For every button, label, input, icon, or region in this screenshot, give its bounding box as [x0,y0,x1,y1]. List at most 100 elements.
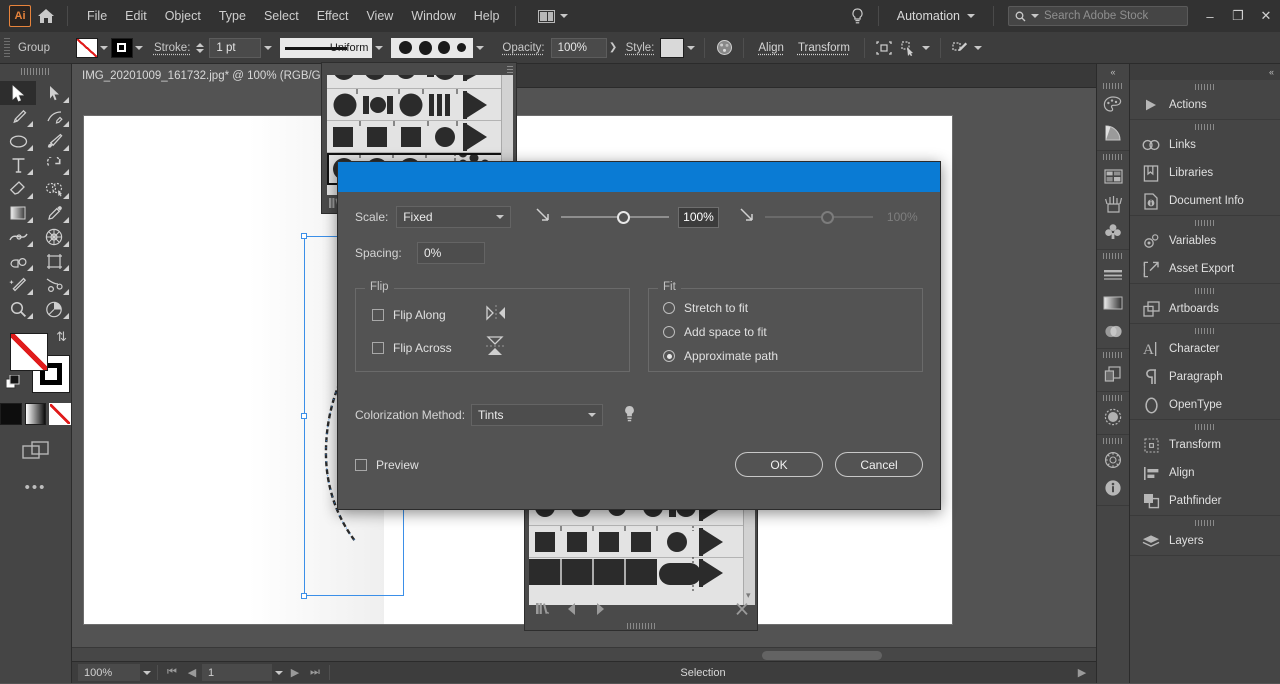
swap-fill-stroke-icon[interactable]: ⇅ [56,329,67,345]
eyedropper-tool[interactable] [36,201,72,225]
fill-color-swatch[interactable] [75,37,98,58]
more-tools-button[interactable]: ••• [0,479,71,496]
isolate-selected-object-icon[interactable] [872,37,896,59]
menu-edit[interactable]: Edit [116,4,156,28]
brush-row-squares[interactable] [327,120,513,153]
graphic-style-dropdown[interactable] [684,38,697,58]
dock-item-transform[interactable]: Transform [1130,431,1280,459]
home-icon[interactable] [31,0,61,32]
dock-item-pathfinder[interactable]: Pathfinder [1130,487,1280,515]
curvature-tool[interactable] [36,105,72,129]
dock-item-actions[interactable]: Actions [1130,91,1280,119]
fit-option-add-space[interactable]: Add space to fit [663,325,922,339]
recolor-artwork-icon[interactable] [712,37,736,59]
symbol-sprayer-tool[interactable] [0,249,36,273]
menu-effect[interactable]: Effect [308,4,358,28]
tools-panel-grip[interactable] [20,68,51,75]
dock-item-artboards[interactable]: Artboards [1130,295,1280,323]
next-page-icon[interactable]: ▶ [285,662,305,684]
pattern-panel-grip[interactable] [627,623,655,629]
paintbrush-tool[interactable] [36,129,72,153]
width-tool[interactable] [0,225,36,249]
color-panel-icon[interactable] [1097,91,1129,119]
brushes-panel-icon[interactable] [1097,190,1129,218]
select-similar-dropdown[interactable] [920,38,933,58]
automation-dropdown[interactable]: Automation [885,9,987,23]
graph-tool[interactable] [36,297,72,321]
ok-button[interactable]: OK [735,452,823,477]
brush-libraries-icon[interactable] [535,602,550,618]
navigator-panel-icon[interactable] [1097,446,1129,474]
stroke-weight-stepper[interactable] [196,42,206,53]
preview-checkbox[interactable] [355,458,367,471]
first-page-icon[interactable]: ⏮ [162,662,182,684]
pattern-row-bars[interactable] [529,557,755,591]
perspective-grid-tool[interactable] [36,225,72,249]
pattern-brush-preview-panel[interactable]: ▾ [524,497,758,631]
scale-select[interactable]: Fixed [396,206,512,228]
brush-definition-swatch[interactable] [391,37,474,58]
stroke-weight-input[interactable]: 1 pt [209,37,262,58]
colorization-tip-bulb-icon[interactable] [623,405,636,426]
approximate-path-radio[interactable] [663,350,676,362]
menu-select[interactable]: Select [255,4,308,28]
menu-type[interactable]: Type [210,4,255,28]
collapse-dock-icons[interactable]: « [1097,64,1129,80]
pen-tool[interactable] [0,105,36,129]
appearance-panel-icon[interactable] [1097,360,1129,388]
graphic-styles-panel-icon[interactable] [1097,403,1129,431]
slice-tool[interactable] [36,273,72,297]
scale-slider-primary[interactable] [561,209,669,225]
spacing-input[interactable]: 0% [417,242,485,264]
previous-page-icon[interactable]: ◀ [182,662,202,684]
dock-item-layers[interactable]: Layers [1130,527,1280,555]
stroke-swatch-dropdown[interactable] [133,38,146,58]
flip-along-row[interactable]: Flip Along [372,305,629,324]
dock-item-libraries[interactable]: Libraries [1130,159,1280,187]
horizontal-scrollbar[interactable] [72,647,1112,661]
change-screen-mode-icon[interactable] [0,439,71,463]
selection-tool[interactable] [0,81,36,105]
dock-item-document-info[interactable]: Document Info [1130,187,1280,215]
swatches-panel-icon[interactable] [1097,162,1129,190]
zoom-level-input[interactable]: 100% [78,664,140,681]
colorization-select[interactable]: Tints [471,404,603,426]
transparency-panel-icon[interactable] [1097,317,1129,345]
stroke-panel-icon[interactable] [1097,261,1129,289]
opacity-input[interactable]: 100% [550,37,607,58]
default-fill-stroke-icon[interactable] [5,374,21,390]
last-page-icon[interactable]: ⏭ [305,662,325,684]
fit-option-approximate[interactable]: Approximate path [663,349,922,363]
fill-color-indicator[interactable] [10,333,48,371]
scale-value-input[interactable]: 100% [677,206,720,228]
eraser-tool[interactable] [0,177,36,201]
minimize-button[interactable]: – [1196,0,1224,32]
menu-object[interactable]: Object [156,4,210,28]
symbols-panel-icon[interactable] [1097,218,1129,246]
dock-item-character[interactable]: A Character [1130,335,1280,363]
control-bar-grip[interactable] [4,37,10,58]
artboard-tool[interactable] [36,249,72,273]
stroke-profile-dropdown[interactable] [372,38,385,58]
menu-window[interactable]: Window [402,4,464,28]
color-mode-button[interactable] [0,403,22,425]
opacity-options-button[interactable]: ❯ [607,38,620,58]
page-number-input[interactable]: 1 [202,664,272,681]
dock-item-align[interactable]: Align [1130,459,1280,487]
flip-along-checkbox[interactable] [372,308,384,321]
dialog-title-bar[interactable] [338,162,940,192]
zoom-level-dropdown[interactable] [140,663,153,683]
transform-button[interactable]: Transform [791,39,857,57]
gradient-panel-icon[interactable] [1097,289,1129,317]
document-tab[interactable]: IMG_20201009_161732.jpg* @ 100% (RGB/GP [72,63,334,88]
horizontal-scroll-thumb[interactable] [762,651,882,660]
brushes-popup-grip[interactable] [507,66,513,74]
gradient-tool[interactable] [0,201,36,225]
next-icon[interactable] [594,602,606,619]
pattern-list-scrollbar[interactable]: ▾ [743,502,755,605]
dock-item-variables[interactable]: Variables [1130,227,1280,255]
flip-across-row[interactable]: Flip Across [372,336,629,359]
stretch-to-fit-radio[interactable] [663,302,676,314]
align-button[interactable]: Align [751,39,791,57]
brush-row-circles-bars[interactable] [327,88,513,121]
